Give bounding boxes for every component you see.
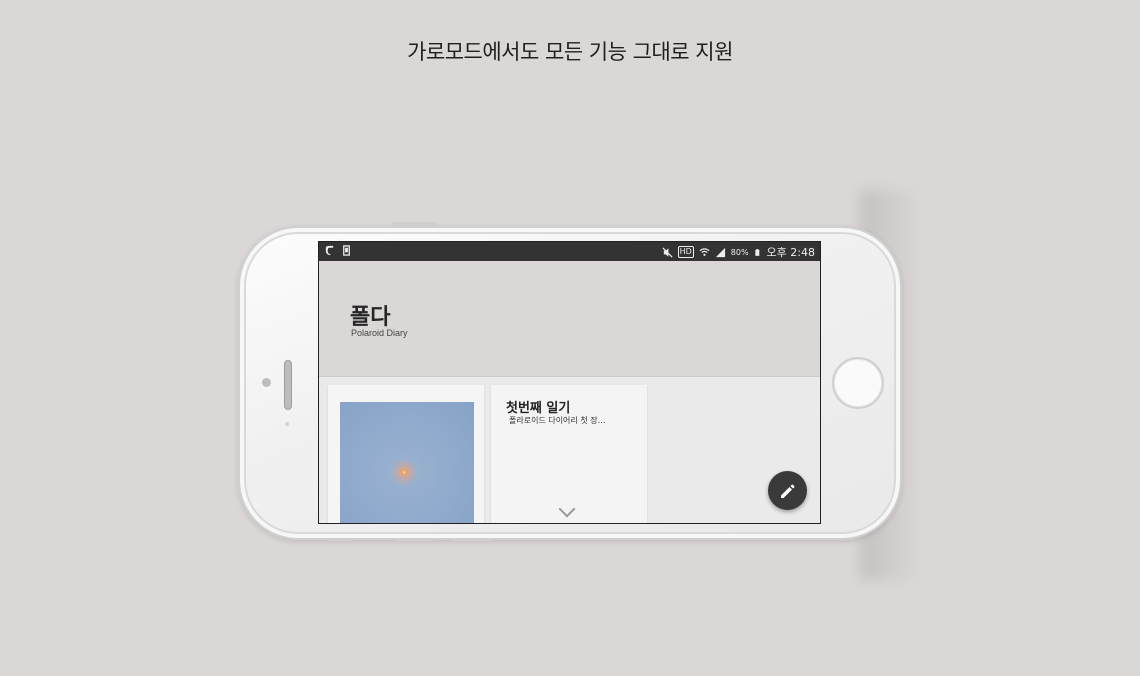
mute-icon	[662, 246, 673, 258]
volume-up-button[interactable]	[395, 538, 435, 541]
front-camera	[262, 378, 271, 387]
diary-photo	[340, 402, 474, 523]
earpiece-speaker	[284, 360, 292, 410]
chevron-down-icon[interactable]	[558, 500, 576, 518]
diary-title: 첫번째 일기	[506, 401, 571, 416]
clock: 오후 2:48	[766, 246, 815, 259]
status-bar: HD 80% 오후 2:48	[319, 242, 820, 261]
headline: 가로모드에서도 모든 기능 그대로 지원	[407, 40, 733, 64]
wifi-icon	[699, 247, 710, 256]
app-subtitle: Polaroid Diary	[351, 328, 408, 338]
battery-icon	[754, 248, 759, 256]
app-notification-icon	[325, 245, 334, 256]
proximity-sensor	[285, 422, 289, 426]
write-diary-button[interactable]	[768, 471, 807, 510]
home-button[interactable]	[832, 357, 884, 409]
photo-diary-card[interactable]	[328, 385, 484, 523]
screenshot-icon	[343, 245, 350, 256]
app-header: 폴다 Polaroid Diary	[319, 261, 820, 377]
signal-icon	[715, 247, 725, 257]
volume-down-button[interactable]	[452, 538, 492, 541]
text-diary-card[interactable]: 첫번째 일기 폴라로이드 다이어리 첫 장…	[491, 385, 647, 523]
hd-icon: HD	[677, 246, 694, 258]
diary-snippet: 폴라로이드 다이어리 첫 장…	[509, 416, 606, 425]
battery-percent: 80%	[730, 247, 749, 257]
top-side-button[interactable]	[392, 222, 438, 226]
app-title: 폴다	[350, 305, 391, 330]
mute-switch[interactable]	[328, 538, 352, 541]
phone-screen: HD 80% 오후 2:48 폴다 Polaroid Diary 첫번째 일기 …	[318, 241, 821, 524]
pencil-icon	[780, 483, 795, 498]
